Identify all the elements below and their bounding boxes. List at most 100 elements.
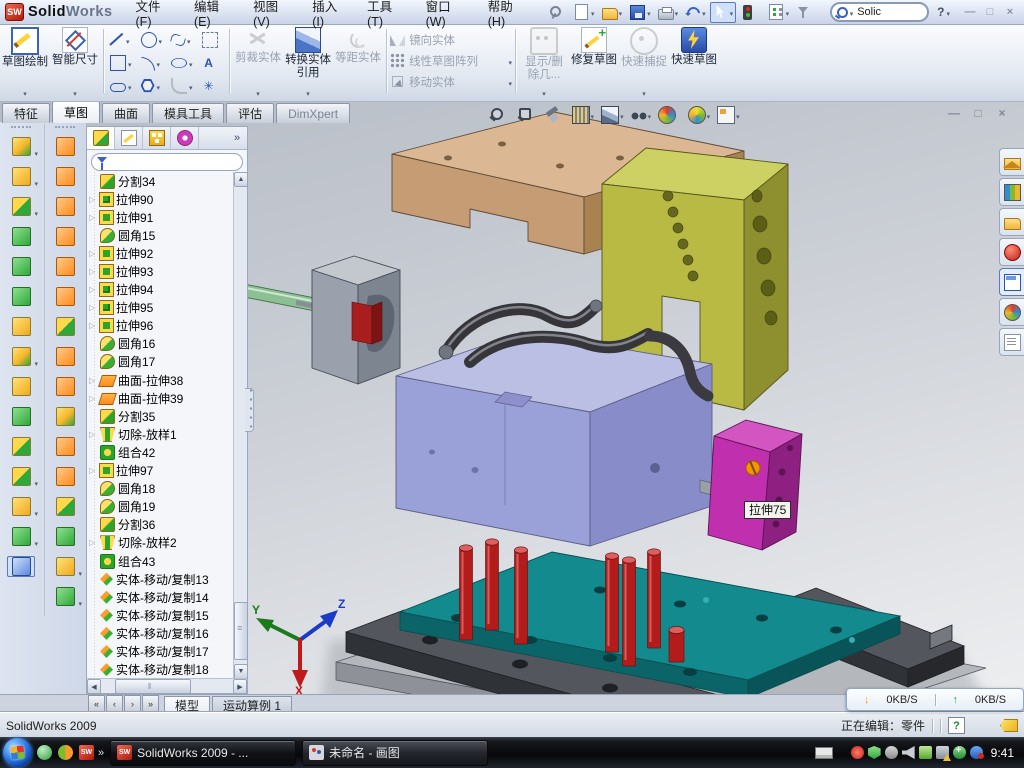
tree-item[interactable]: 拉伸93 [87, 262, 234, 280]
view-orientation[interactable] [572, 106, 595, 124]
menu-item[interactable]: 工具(T) [356, 0, 415, 24]
toolbar-grip[interactable] [11, 126, 31, 132]
extruded-surface[interactable] [51, 136, 79, 157]
tree-item[interactable]: 组合43 [87, 552, 234, 570]
language-keyboard[interactable] [815, 747, 833, 759]
shell[interactable] [7, 256, 35, 277]
command-tab[interactable]: DimXpert [276, 103, 350, 123]
quick-snaps-button[interactable]: 快速捕捉 [619, 24, 669, 101]
scrollbar-thumb[interactable] [234, 602, 248, 660]
expand-icon[interactable] [89, 430, 100, 439]
tab-nav-button[interactable]: › [124, 695, 141, 712]
doc-minimize-button[interactable]: — [946, 106, 962, 120]
expand-icon[interactable] [89, 538, 100, 547]
pin[interactable] [543, 2, 570, 23]
extend-surface[interactable] [51, 436, 79, 457]
tree-item[interactable]: 圆角19 [87, 498, 234, 516]
model-tab[interactable]: 模型 [164, 696, 210, 713]
fillet-surface[interactable] [51, 496, 79, 517]
tree-item[interactable]: 实体-移动/复制15 [87, 606, 234, 624]
menu-item[interactable]: 视图(V) [242, 0, 301, 24]
command-tab[interactable]: 评估 [226, 103, 274, 123]
circle-tool[interactable] [138, 29, 166, 50]
tab-nav-button[interactable]: » [142, 695, 159, 712]
design-library-tab[interactable] [999, 178, 1024, 206]
options[interactable] [764, 2, 793, 23]
dimxpertmanager-tab[interactable] [171, 127, 199, 149]
selection-filter[interactable] [793, 2, 820, 23]
print[interactable] [655, 2, 682, 23]
select[interactable] [710, 2, 737, 23]
tree-horizontal-scrollbar[interactable]: ◀ ▶ [87, 678, 247, 693]
display-style[interactable] [601, 106, 624, 124]
scroll-up-button[interactable]: ▲ [234, 172, 248, 187]
tree-item[interactable]: 实体-移动/复制13 [87, 570, 234, 588]
update-service[interactable] [885, 746, 898, 759]
configurationmanager-tab[interactable] [143, 127, 171, 149]
knit-surface[interactable] [51, 376, 79, 397]
scrollbar-thumb[interactable] [115, 679, 191, 694]
offset-entities-button[interactable]: 等距实体 [333, 24, 383, 101]
hole-wizard[interactable] [7, 316, 35, 337]
move-entities-button[interactable]: 移动实体 [390, 73, 512, 90]
restore-button[interactable]: □ [980, 4, 1000, 20]
scroll-right-button[interactable]: ▶ [233, 679, 247, 694]
menu-item[interactable]: 文件(F) [125, 0, 184, 24]
tree-item[interactable]: 分割35 [87, 407, 234, 425]
tree-item[interactable]: 拉伸97 [87, 462, 234, 480]
start-button[interactable] [3, 738, 32, 767]
scroll-down-button[interactable]: ▼ [234, 664, 248, 679]
combine-bodies[interactable] [7, 436, 35, 457]
convert-entities-button[interactable]: 转换实体引用 [283, 24, 333, 101]
solidworks-shortcut[interactable]: SW [79, 745, 94, 760]
expand-icon[interactable] [89, 213, 100, 222]
expand-icon[interactable] [89, 285, 100, 294]
tree-item[interactable]: 切除-放样1 [87, 425, 234, 443]
display-delete-relations-button[interactable]: 显示/删除几... [519, 24, 569, 101]
mirror-feature[interactable] [7, 406, 35, 427]
arc-tool[interactable] [138, 52, 166, 73]
messenger-shortcut[interactable] [37, 745, 52, 760]
sync-tool[interactable] [919, 746, 932, 759]
tag-icon[interactable] [1000, 719, 1018, 732]
tree-item[interactable]: 曲面-拉伸39 [87, 389, 234, 407]
text-tool[interactable]: A [199, 52, 227, 73]
untrim-surface[interactable] [51, 466, 79, 487]
swept-surface[interactable] [51, 196, 79, 217]
network-warning[interactable] [936, 746, 949, 759]
tree-item[interactable]: 拉伸91 [87, 208, 234, 226]
search-input[interactable] [855, 5, 922, 19]
volume[interactable] [902, 746, 915, 759]
zoom-fit[interactable] [489, 106, 510, 124]
chamfer[interactable] [7, 226, 35, 247]
fillet[interactable] [7, 196, 35, 217]
toolbox-tab[interactable] [999, 238, 1024, 266]
split-feature[interactable] [7, 496, 35, 517]
menu-item[interactable]: 插入(I) [301, 0, 356, 24]
rapid-sketch-button[interactable]: 快速草图 [669, 24, 719, 101]
tree-item[interactable]: 实体-移动/复制16 [87, 624, 234, 642]
boundary-surface[interactable] [51, 256, 79, 277]
antivirus-shield[interactable] [851, 746, 864, 759]
trim-surface[interactable] [51, 406, 79, 427]
expand-icon[interactable] [89, 267, 100, 276]
sketch-fillet-tool[interactable] [168, 75, 196, 96]
edit-appearance[interactable] [658, 106, 681, 124]
view-palette-tab[interactable] [999, 268, 1024, 296]
tree-item[interactable]: 拉伸95 [87, 299, 234, 317]
tree-item[interactable]: 分割34 [87, 172, 234, 190]
taskbar-clock[interactable]: 9:41 [991, 746, 1014, 760]
planar-surface[interactable] [51, 286, 79, 307]
panel-overflow-button[interactable]: » [227, 127, 247, 149]
task-button[interactable]: 未命名 - 画图 [302, 740, 488, 766]
tab-nav-button[interactable]: ‹ [106, 695, 123, 712]
expand-icon[interactable] [89, 303, 100, 312]
menu-item[interactable]: 编辑(E) [183, 0, 242, 24]
draft[interactable] [7, 286, 35, 307]
command-tab[interactable]: 曲面 [102, 103, 150, 123]
sketch-button[interactable]: 草图绘制 [0, 24, 50, 101]
tree-item[interactable]: 圆角17 [87, 353, 234, 371]
filled-surface[interactable] [51, 316, 79, 337]
instant3d[interactable] [7, 556, 35, 577]
quick-launch-overflow[interactable]: » [98, 747, 104, 759]
